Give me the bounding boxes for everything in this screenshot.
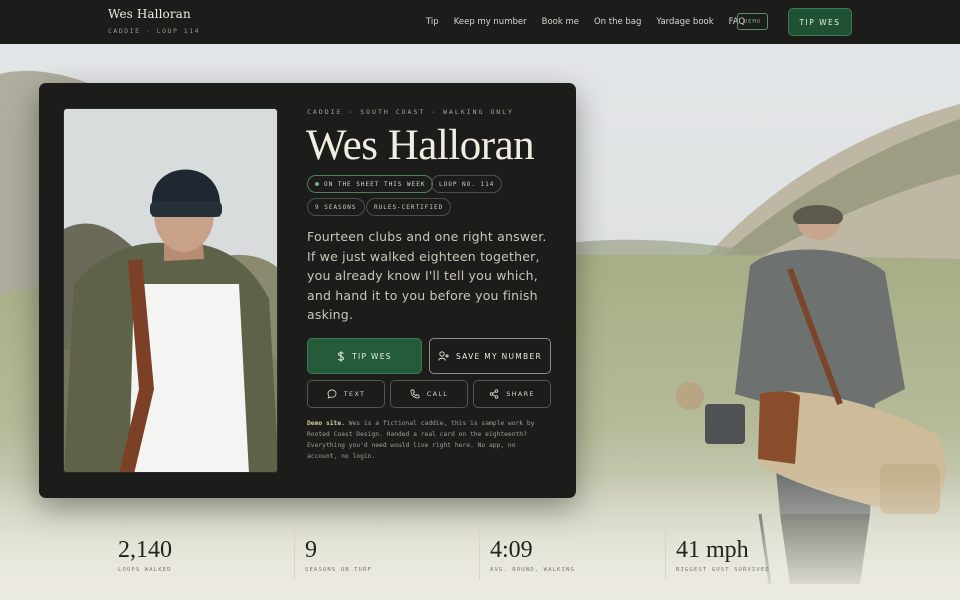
save-number-button[interactable]: SAVE MY NUMBER — [429, 338, 551, 374]
demo-disclaimer: Demo site. Wes is a fictional caddie, th… — [307, 418, 545, 462]
stat-seasons: 9 SEASONS ON TURF — [294, 528, 479, 580]
stat-label: BIGGEST GUST SURVIVED — [676, 567, 770, 573]
chip-label: ON THE SHEET THIS WEEK — [324, 180, 426, 188]
profile-card: CADDIE · SOUTH COAST · WALKING ONLY Wes … — [39, 83, 576, 498]
chip-rules-certified: RULES-CERTIFIED — [366, 198, 452, 216]
status-chip-on-the-sheet: ON THE SHEET THIS WEEK — [307, 175, 434, 193]
add-contact-icon — [438, 351, 449, 361]
text-button[interactable]: TEXT — [307, 380, 385, 408]
share-button-label: SHARE — [506, 390, 535, 398]
card-eyebrow: CADDIE · SOUTH COAST · WALKING ONLY — [307, 108, 514, 116]
stat-value: 41 mph — [676, 537, 749, 563]
stat-value: 2,140 — [118, 537, 172, 563]
call-button[interactable]: CALL — [390, 380, 468, 408]
caddie-portrait-photo — [63, 108, 278, 473]
nav-link-tip[interactable]: Tip — [426, 17, 439, 27]
stat-label: AVG. ROUND, WALKING — [490, 567, 575, 573]
live-dot-icon — [315, 182, 319, 186]
card-title: Wes Halloran — [306, 122, 535, 169]
demo-note-lead: Demo site. — [307, 420, 345, 427]
stat-loops-walked: 2,140 LOOPS WALKED — [108, 528, 293, 580]
save-button-label: SAVE MY NUMBER — [455, 351, 543, 361]
nav-link-book-me[interactable]: Book me — [542, 17, 579, 27]
brand-name: Wes Halloran — [108, 7, 191, 21]
portrait-illustration — [64, 109, 277, 472]
stat-biggest-gust: 41 mph BIGGEST GUST SURVIVED — [665, 528, 850, 580]
text-button-label: TEXT — [343, 390, 366, 398]
card-lede: Fourteen clubs and one right answer. If … — [307, 229, 547, 322]
brand-subtitle: CADDIE · LOOP 114 — [108, 27, 201, 35]
stat-label: LOOPS WALKED — [118, 567, 172, 573]
chip-loop-number: LOOP NO. 114 — [431, 175, 503, 193]
stat-avg-round: 4:09 AVG. ROUND, WALKING — [479, 528, 665, 580]
stat-value: 9 — [305, 537, 317, 563]
nav-links: Tip Keep my number Book me On the bag Ya… — [426, 0, 760, 44]
share-icon — [489, 389, 499, 399]
nav-link-on-the-bag[interactable]: On the bag — [594, 17, 641, 27]
dollar-icon — [337, 350, 345, 362]
call-button-label: CALL — [426, 390, 449, 398]
tip-button[interactable]: TIP WES — [307, 338, 422, 374]
top-navigation-bar: Wes Halloran CADDIE · LOOP 114 Tip Keep … — [0, 0, 960, 44]
phone-icon — [410, 389, 420, 399]
stat-label: SEASONS ON TURF — [305, 567, 373, 573]
nav-link-yardage-book[interactable]: Yardage book — [656, 17, 713, 27]
nav-link-keep-my-number[interactable]: Keep my number — [454, 17, 527, 27]
stat-value: 4:09 — [490, 537, 533, 563]
nav-tip-button[interactable]: TIP WES — [788, 8, 852, 36]
tip-button-label: TIP WES — [352, 351, 392, 361]
share-button[interactable]: SHARE — [473, 380, 551, 408]
demo-badge: DEMO — [737, 13, 768, 30]
chat-bubble-icon — [327, 389, 337, 399]
chip-seasons: 9 SEASONS — [307, 198, 365, 216]
brand[interactable]: Wes Halloran CADDIE · LOOP 114 — [108, 7, 200, 35]
